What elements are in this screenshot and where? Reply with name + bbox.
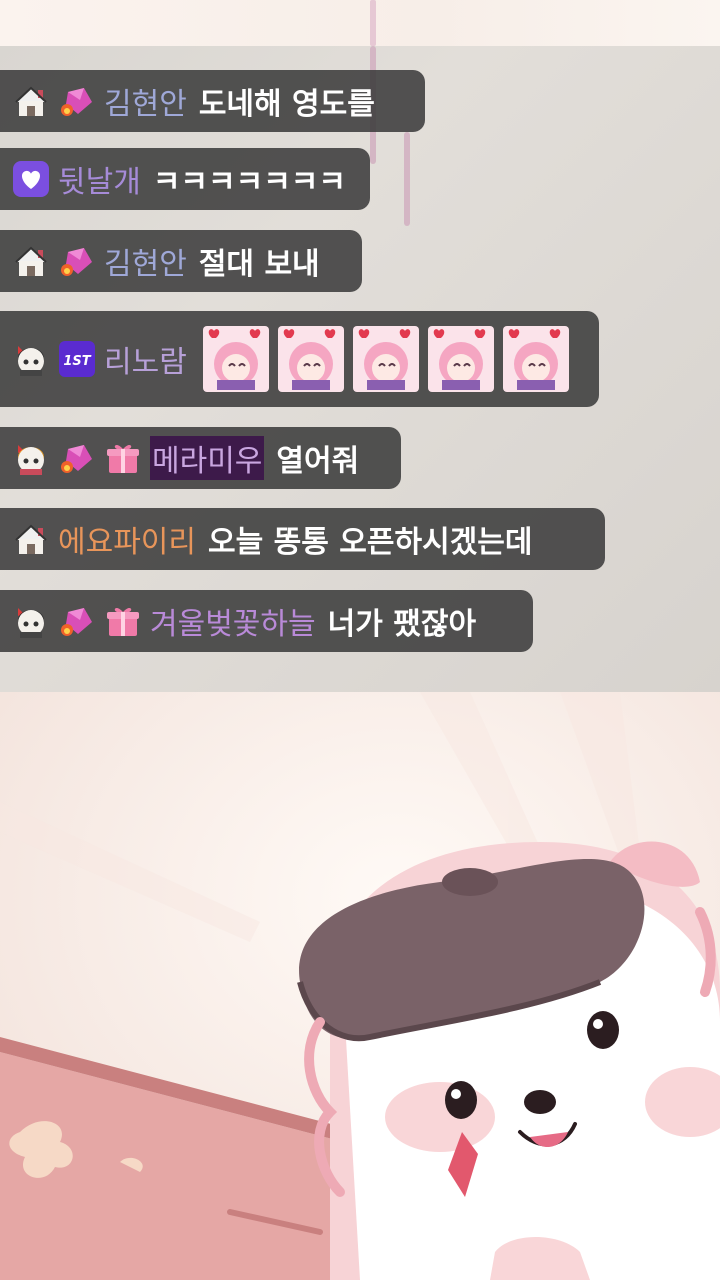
pink-gem-badge-icon <box>58 242 96 280</box>
chat-nickname[interactable]: 메라미우 <box>150 436 265 480</box>
chat-nickname[interactable]: 에요파이리 <box>58 517 196 561</box>
heart-girl-emote-icon <box>427 326 494 392</box>
chat-message[interactable]: 김현안 도네해 영도를 <box>0 70 425 132</box>
stream-illustration <box>0 692 720 1280</box>
chat-message[interactable]: 1ST 리노람 <box>0 311 599 407</box>
gift-badge-icon <box>104 439 142 477</box>
chat-text: 도네해 영도를 <box>198 87 375 122</box>
chat-text: 열어줘 <box>276 444 360 479</box>
panda-badge-icon <box>12 340 50 378</box>
house-badge-icon <box>12 82 50 120</box>
chat-message[interactable]: 메라미우 열어줘 <box>0 427 401 489</box>
1st-badge-label: 1ST <box>63 354 91 369</box>
chat-nickname[interactable]: 김현안 <box>104 239 187 283</box>
purple-heart-badge-icon <box>12 160 50 198</box>
character <box>297 841 720 1280</box>
chat-text: 절대 보내 <box>198 247 320 282</box>
background-pole <box>370 0 376 46</box>
1st-badge-icon: 1ST <box>58 340 96 378</box>
chat-message[interactable]: 에요파이리 오늘 똥통 오픈하시겠는데 <box>0 508 605 570</box>
chat-text: 너가 팼잖아 <box>327 607 477 642</box>
pink-gem-badge-icon <box>58 602 96 640</box>
chat-nickname[interactable]: 뒷날개 <box>58 157 141 201</box>
house-badge-icon <box>12 242 50 280</box>
chat-text: 오늘 똥통 오픈하시겠는데 <box>208 525 533 560</box>
chat-message[interactable]: 김현안 절대 보내 <box>0 230 362 292</box>
stream-background-top <box>0 0 720 46</box>
pink-gem-badge-icon <box>58 82 96 120</box>
heart-girl-emote-icon <box>502 326 569 392</box>
chat-nickname[interactable]: 김현안 <box>104 79 187 123</box>
stream-video <box>0 692 720 1280</box>
heart-girl-emote-icon <box>352 326 419 392</box>
gift-badge-icon <box>104 602 142 640</box>
house-badge-icon <box>12 520 50 558</box>
heart-girl-emote-icon <box>202 326 269 392</box>
panda-badge-icon <box>12 602 50 640</box>
chat-message[interactable]: 겨울벚꽃하늘 너가 팼잖아 <box>0 590 533 652</box>
background-deco-line <box>404 132 410 226</box>
panda-badge-icon <box>12 439 50 477</box>
chat-message[interactable]: 뒷날개 ㅋㅋㅋㅋㅋㅋㅋ <box>0 148 370 210</box>
chat-panel: 김현안 도네해 영도를 뒷날개 ㅋㅋㅋㅋㅋㅋㅋ 김현안 절대 보내 1ST 리노… <box>0 46 720 692</box>
chat-text: ㅋㅋㅋㅋㅋㅋㅋ <box>152 165 347 200</box>
chat-nickname[interactable]: 겨울벚꽃하늘 <box>150 599 316 643</box>
pink-gem-badge-icon <box>58 439 96 477</box>
heart-girl-emote-icon <box>277 326 344 392</box>
chat-nickname[interactable]: 리노람 <box>104 337 187 381</box>
